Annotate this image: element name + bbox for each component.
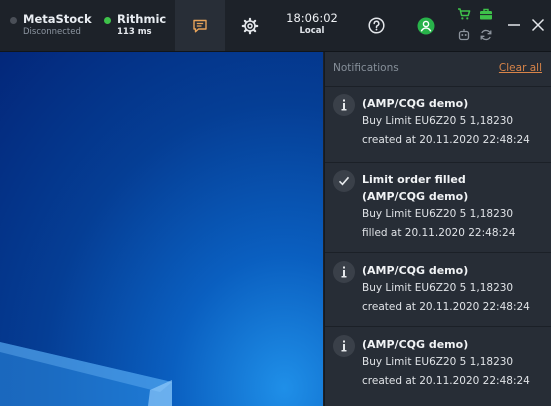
connection-name: Rithmic: [117, 12, 167, 26]
top-toolbar: MetaStock Disconnected Rithmic 113 ms 18…: [0, 0, 551, 52]
info-icon: [333, 94, 355, 116]
notifications-title: Notifications: [333, 62, 399, 74]
notifications-header: Notifications Clear all: [325, 52, 551, 86]
notification-title: Limit order filled: [362, 173, 466, 186]
notification-order: Buy Limit EU6Z20 5 1,18230: [362, 282, 514, 294]
wallpaper-light-beams: [0, 342, 172, 406]
refresh-button[interactable]: [477, 26, 495, 44]
apps-grid: [452, 4, 498, 46]
briefcase-icon: [480, 8, 492, 20]
notification-title: (AMP/CQG demo): [362, 264, 469, 277]
notification-text: (AMP/CQG demo) Buy Limit EU6Z20 5 1,1823…: [362, 95, 548, 150]
portfolio-button[interactable]: [477, 5, 495, 23]
info-icon: [333, 335, 355, 357]
notification-item[interactable]: (AMP/CQG demo) Buy Limit EU6Z20 5 1,1823…: [325, 252, 551, 325]
notification-title: (AMP/CQG demo): [362, 97, 469, 110]
notification-title: (AMP/CQG demo): [362, 338, 469, 351]
notification-order: Buy Limit EU6Z20 5 1,18230: [362, 356, 514, 368]
help-icon: [367, 17, 385, 34]
account-button[interactable]: [401, 0, 451, 51]
notification-text: (AMP/CQG demo) Buy Limit EU6Z20 5 1,1823…: [362, 262, 548, 317]
notification-order: Buy Limit EU6Z20 5 1,18230: [362, 208, 514, 220]
help-button[interactable]: [351, 0, 401, 51]
minimize-icon: [508, 24, 520, 26]
status-dot: [10, 17, 17, 24]
robot-button[interactable]: [455, 26, 473, 44]
notifications-panel: Notifications Clear all (AMP/CQG demo) B…: [324, 52, 551, 406]
settings-button[interactable]: [225, 0, 275, 51]
desktop-wallpaper: [0, 52, 323, 406]
cart-button[interactable]: [455, 5, 473, 23]
user-icon: [417, 17, 435, 34]
notification-time: created at 20.11.2020 22:48:24: [362, 375, 530, 387]
clear-all-link[interactable]: Clear all: [499, 62, 542, 74]
notifications-button[interactable]: [175, 0, 225, 51]
connection-status: Disconnected: [23, 27, 81, 37]
notification-text: (AMP/CQG demo) Buy Limit EU6Z20 5 1,1823…: [362, 336, 548, 391]
minimize-button[interactable]: [503, 14, 525, 36]
notification-item[interactable]: (AMP/CQG demo) Buy Limit EU6Z20 5 1,1823…: [325, 326, 551, 406]
notification-order: Buy Limit EU6Z20 5 1,18230: [362, 115, 514, 127]
status-dot: [104, 17, 111, 24]
connection-name: MetaStock: [23, 12, 92, 26]
clock: 18:06:02 Local: [280, 11, 344, 36]
notification-time: created at 20.11.2020 22:48:24: [362, 301, 530, 313]
notification-subtitle: (AMP/CQG demo): [362, 190, 469, 203]
refresh-icon: [480, 29, 492, 41]
notification-item[interactable]: Limit order filled (AMP/CQG demo) Buy Li…: [325, 162, 551, 251]
notification-time: created at 20.11.2020 22:48:24: [362, 134, 530, 146]
notification-text: Limit order filled (AMP/CQG demo) Buy Li…: [362, 171, 548, 243]
check-icon: [333, 170, 355, 192]
info-icon: [333, 261, 355, 283]
notification-item[interactable]: (AMP/CQG demo) Buy Limit EU6Z20 5 1,1823…: [325, 86, 551, 157]
gear-icon: [241, 17, 259, 34]
clock-zone: Local: [299, 26, 325, 36]
robot-icon: [458, 29, 470, 41]
chat-icon: [193, 19, 207, 32]
cart-icon: [458, 8, 471, 20]
close-icon: [531, 18, 545, 32]
close-button[interactable]: [527, 14, 549, 36]
connection-latency: 113 ms: [117, 27, 152, 37]
notification-time: filled at 20.11.2020 22:48:24: [362, 227, 516, 239]
clock-time: 18:06:02: [286, 11, 338, 25]
